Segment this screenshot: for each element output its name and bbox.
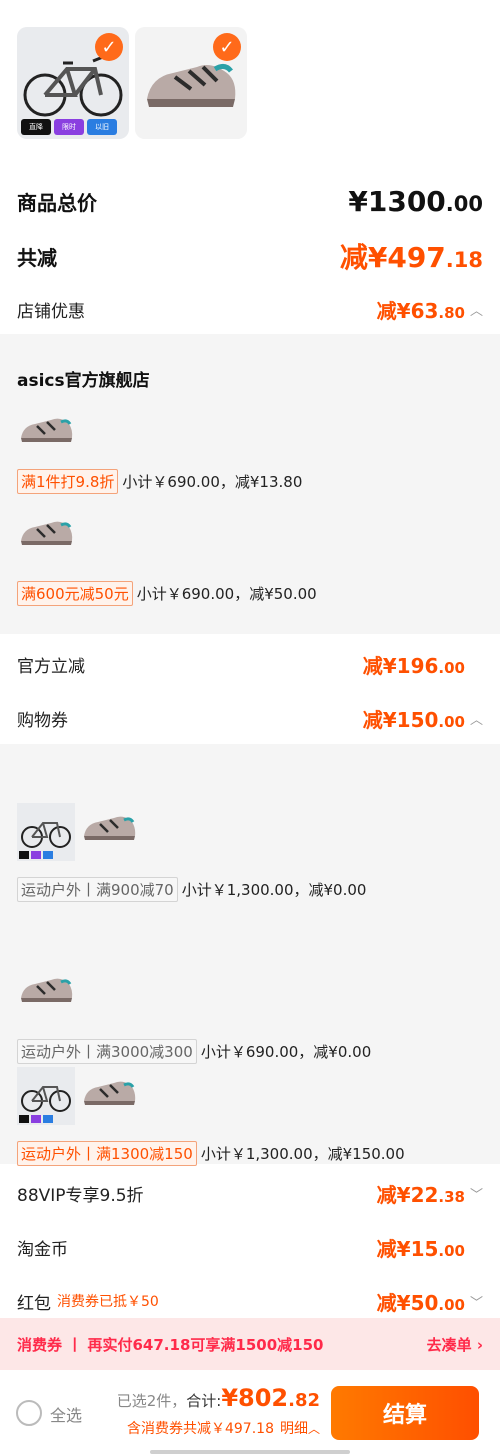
coupon-tag: 运动户外丨满3000减300: [17, 1039, 197, 1064]
goods-total-label: 商品总价: [17, 190, 97, 215]
coupon-subtotal: 小计￥1,300.00，减¥0.00: [181, 881, 367, 899]
banner-prefix: 消费券: [17, 1335, 63, 1354]
bike-tag-2: 限时: [54, 119, 84, 135]
chevron-down-icon[interactable]: ﹀: [470, 1184, 483, 1203]
checkout-footer: 全选 已选2件， 合计: ¥802.82 含消费券共减￥497.18 明细 ︿ …: [0, 1372, 500, 1456]
footer-detail[interactable]: 含消费券共减￥497.18 明细 ︿: [80, 1418, 320, 1438]
shoe-thumb-small: [84, 816, 136, 840]
chevron-up-icon: ︿: [307, 1421, 320, 1436]
gold-coin-label: 淘金币: [17, 1239, 68, 1260]
shoe-thumb-small: [21, 978, 73, 1002]
vip-discount-amount: 减¥22.38: [376, 1182, 465, 1207]
store-discount-label: 店铺优惠: [17, 301, 85, 322]
shoe-thumb-small: [84, 1081, 136, 1105]
promo-tag: 满600元减50元: [17, 581, 133, 606]
product-thumb-bicycle[interactable]: ✓ 直降 限时 以旧: [17, 27, 129, 139]
shoe-thumb-small: [21, 521, 73, 545]
chevron-right-icon: ›: [471, 1335, 483, 1354]
chevron-up-icon[interactable]: ︿: [470, 300, 483, 319]
shoe-thumb-small: [21, 418, 73, 442]
selected-count: 已选2件，: [116, 1392, 187, 1410]
coupon-row[interactable]: 购物券 减¥150.00 ︿: [0, 702, 500, 734]
red-packet-label: 红包: [17, 1293, 51, 1314]
chevron-down-icon[interactable]: ﹀: [470, 1292, 483, 1311]
go-add-items-link[interactable]: 去凑单 ›: [427, 1334, 483, 1355]
vip-discount-row[interactable]: 88VIP专享9.5折 减¥22.38 ﹀: [0, 1177, 500, 1209]
official-discount-amount: 减¥196.00: [362, 653, 465, 678]
bike-tag-3: 以旧: [87, 119, 117, 135]
coupon-tag: 运动户外丨满1300减150: [17, 1141, 197, 1166]
select-all-label[interactable]: 全选: [50, 1402, 82, 1426]
promo-subtotal: 小计￥690.00，减¥13.80: [122, 473, 303, 491]
store-promo-line-1: 满1件打9.8折 小计￥690.00，减¥13.80: [17, 469, 302, 494]
coupon-subtotal: 小计￥690.00，减¥0.00: [200, 1043, 372, 1061]
goods-total-amount: ¥1300.00: [348, 184, 483, 218]
red-packet-row[interactable]: 红包 消费券已抵￥50 减¥50.00 ﹀: [0, 1285, 500, 1317]
coupon-amount: 减¥150.00: [362, 707, 465, 732]
selected-check-icon[interactable]: ✓: [95, 33, 123, 61]
select-all-checkbox[interactable]: [16, 1400, 42, 1426]
total-reduce-amount: 减¥497.18: [339, 241, 483, 274]
bike-tag-1: 直降: [21, 119, 51, 135]
store-discount-detail: asics官方旗舰店 满1件打9.8折 小计￥690.00，减¥13.80 满6…: [0, 334, 500, 634]
store-promo-line-2: 满600元减50元 小计￥690.00，减¥50.00: [17, 581, 317, 606]
official-discount-label: 官方立减: [17, 656, 85, 677]
red-packet-note: 消费券已抵￥50: [57, 1294, 159, 1310]
store-name: asics官方旗舰店: [17, 371, 150, 391]
coupon-subtotal: 小计￥1,300.00，减¥150.00: [200, 1145, 405, 1163]
total-label: 合计:: [186, 1392, 222, 1410]
coupon-label: 购物券: [17, 710, 68, 731]
coupon-line-3: 运动户外丨满1300减150 小计￥1,300.00，减¥150.00: [17, 1141, 405, 1166]
footer-total: 已选2件， 合计: ¥802.82: [100, 1384, 320, 1412]
total-reduce-label: 共减: [17, 245, 57, 270]
total-amount: ¥802.82: [221, 1384, 320, 1412]
gold-coin-amount: 减¥15.00: [376, 1236, 465, 1261]
coupon-banner[interactable]: 消费券 丨 再实付647.18可享满1500减150 去凑单 ›: [0, 1318, 500, 1370]
banner-separator: 丨: [67, 1335, 83, 1354]
store-discount-row[interactable]: 店铺优惠 减¥63.80 ︿: [0, 293, 500, 325]
chevron-up-icon[interactable]: ︿: [470, 709, 483, 728]
checkout-button[interactable]: 结算: [331, 1386, 479, 1440]
product-thumb-shoe[interactable]: ✓: [135, 27, 247, 139]
coupon-detail: 运动户外丨满900减70 小计￥1,300.00，减¥0.00 运动户外丨满30…: [0, 744, 500, 1166]
detail-link[interactable]: 明细: [280, 1418, 308, 1438]
promo-tag: 满1件打9.8折: [17, 469, 119, 494]
banner-text: 再实付647.18可享满1500减150: [87, 1335, 324, 1354]
red-packet-amount: 减¥50.00: [376, 1290, 465, 1315]
promo-subtotal: 小计￥690.00，减¥50.00: [136, 585, 317, 603]
coupon-line-1: 运动户外丨满900减70 小计￥1,300.00，减¥0.00: [17, 877, 366, 902]
bike-thumb-small: [17, 1067, 75, 1125]
goods-total-row: 商品总价 ¥1300.00: [0, 183, 500, 219]
coupon-tag: 运动户外丨满900减70: [17, 877, 178, 902]
official-discount-row: 官方立减 减¥196.00: [0, 648, 500, 680]
bike-thumb-small: [17, 803, 75, 861]
detail-text: 含消费券共减￥497.18: [126, 1421, 274, 1437]
home-indicator: [150, 1450, 350, 1454]
store-discount-amount: 减¥63.80: [376, 298, 465, 323]
gold-coin-row: 淘金币 减¥15.00: [0, 1231, 500, 1263]
selected-check-icon[interactable]: ✓: [213, 33, 241, 61]
vip-discount-label: 88VIP专享9.5折: [17, 1185, 144, 1206]
coupon-line-2: 运动户外丨满3000减300 小计￥690.00，减¥0.00: [17, 1039, 371, 1064]
total-reduce-row: 共减 减¥497.18: [0, 237, 500, 275]
